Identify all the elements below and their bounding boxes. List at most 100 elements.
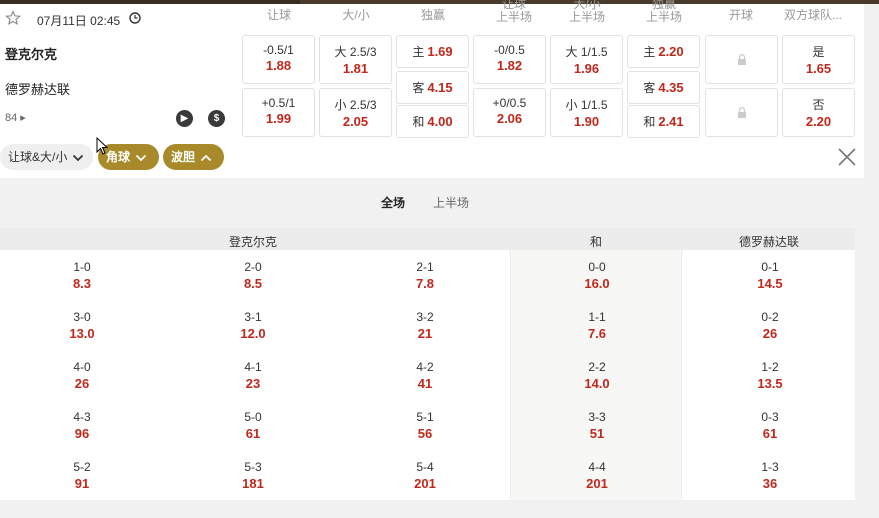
odds-total-1h-over[interactable]: 大 1/1.5 1.96 [550, 35, 623, 84]
correct-score-cell[interactable]: 2-1 7.8 [385, 260, 465, 291]
odds-total-1h-under[interactable]: 小 1/1.5 1.90 [550, 88, 623, 137]
score-label: 4-3 [73, 410, 91, 424]
header-draw: 和 [590, 235, 603, 249]
score-odds: 13.0 [69, 326, 95, 341]
odds-moneyline-draw[interactable]: 和 4.00 [396, 105, 469, 138]
score-odds: 16.0 [584, 276, 610, 291]
correct-score-cell[interactable]: 5-0 61 [213, 410, 293, 441]
correct-score-cell[interactable]: 4-3 96 [42, 410, 122, 441]
correct-score-cell[interactable]: 1-0 8.3 [42, 260, 122, 291]
filter-handicap-total-button[interactable]: 让球&大/小 [0, 144, 93, 170]
score-label: 0-3 [761, 410, 779, 424]
odds-moneyline-1h-draw[interactable]: 和 2.41 [627, 105, 700, 138]
correct-score-cell[interactable]: 5-4 201 [385, 460, 465, 491]
odds-moneyline-home[interactable]: 主 1.69 [396, 35, 469, 68]
score-odds: 26 [762, 326, 778, 341]
tab-full-time[interactable]: 全场 [381, 194, 405, 211]
score-odds: 61 [245, 426, 261, 441]
odds-handicap-away[interactable]: +0.5/1 1.99 [242, 88, 315, 137]
correct-score-cell[interactable]: 0-2 26 [730, 310, 810, 341]
col-head-moneyline: 独赢 [420, 8, 445, 22]
score-label: 1-2 [761, 360, 779, 374]
correct-score-cell[interactable]: 0-1 14.5 [730, 260, 810, 291]
team-home: 登克尔克 [5, 47, 58, 62]
correct-score-cell[interactable]: 5-2 91 [42, 460, 122, 491]
score-label: 0-1 [761, 260, 779, 274]
correct-score-cell[interactable]: 1-1 7.6 [557, 310, 637, 341]
tab-first-half[interactable]: 上半场 [433, 194, 469, 211]
score-label: 5-1 [416, 410, 434, 424]
chevron-down-icon [135, 154, 147, 162]
col-head-kickoff: 开球 [728, 8, 753, 22]
odds-moneyline-1h-home[interactable]: 主 2.20 [627, 35, 700, 68]
score-label: 1-3 [761, 460, 779, 474]
score-label: 1-0 [73, 260, 91, 274]
close-icon[interactable] [838, 148, 856, 166]
score-odds: 14.0 [584, 376, 610, 391]
score-grid-header: 登克尔克 和 德罗赫达联 [0, 228, 855, 250]
col-head-total: 大/小 [342, 8, 370, 22]
correct-score-cell[interactable]: 3-2 21 [385, 310, 465, 341]
score-odds: 201 [414, 476, 436, 491]
score-odds: 13.5 [757, 376, 783, 391]
odds-handicap-1h-home[interactable]: -0/0.5 1.82 [473, 35, 546, 84]
correct-score-cell[interactable]: 1-3 36 [730, 460, 810, 491]
correct-score-cell[interactable]: 4-4 201 [557, 460, 637, 491]
score-odds: 56 [417, 426, 433, 441]
correct-score-cell[interactable]: 4-1 23 [213, 360, 293, 391]
odds-btts-yes[interactable]: 是 1.65 [782, 35, 855, 84]
score-label: 5-2 [73, 460, 91, 474]
score-label: 3-2 [416, 310, 434, 324]
favorite-star-icon[interactable] [5, 10, 21, 26]
score-label: 5-4 [416, 460, 434, 474]
score-odds: 21 [417, 326, 433, 341]
odds-kickoff-locked-1 [705, 35, 778, 84]
correct-score-cell[interactable]: 2-0 8.5 [213, 260, 293, 291]
odds-moneyline-1h-away[interactable]: 客 4.35 [627, 71, 700, 104]
correct-score-cell[interactable]: 4-0 26 [42, 360, 122, 391]
col-head-handicap: 让球 [266, 8, 291, 22]
score-odds: 96 [74, 426, 90, 441]
score-label: 5-0 [244, 410, 262, 424]
match-minute: 84 ▸ [5, 112, 26, 124]
col-head-moneyline-1h: 独赢 上半场 [645, 0, 682, 24]
score-odds: 8.3 [72, 276, 92, 291]
cashout-icon[interactable]: $ [208, 110, 225, 127]
correct-score-cell[interactable]: 3-3 51 [557, 410, 637, 441]
filter-correct-score-button[interactable]: 波胆 [163, 144, 224, 170]
correct-score-cell[interactable]: 3-0 13.0 [42, 310, 122, 341]
score-label: 3-1 [244, 310, 262, 324]
correct-score-cell[interactable]: 1-2 13.5 [730, 360, 810, 391]
chevron-down-icon [73, 154, 84, 162]
score-odds: 12.0 [240, 326, 266, 341]
score-label: 4-2 [416, 360, 434, 374]
odds-total-over[interactable]: 大 2.5/3 1.81 [319, 35, 392, 84]
correct-score-cell[interactable]: 5-1 56 [385, 410, 465, 441]
score-odds: 51 [589, 426, 605, 441]
score-odds: 201 [586, 476, 608, 491]
score-odds: 26 [74, 376, 90, 391]
odds-total-under[interactable]: 小 2.5/3 2.05 [319, 88, 392, 137]
score-odds: 23 [245, 376, 261, 391]
correct-score-cell[interactable]: 4-2 41 [385, 360, 465, 391]
lock-icon [737, 107, 746, 118]
score-odds: 36 [762, 476, 778, 491]
correct-score-cell[interactable]: 2-2 14.0 [557, 360, 637, 391]
col-head-btts: 双方球队... [783, 8, 842, 22]
score-label: 3-0 [73, 310, 91, 324]
odds-btts-no[interactable]: 否 2.20 [782, 88, 855, 137]
score-grid: 1-0 8.3 3-0 13.0 4-0 26 4-3 96 5-2 91 2-0 8.5 3-1 12.… [0, 250, 855, 500]
team-away: 德罗赫达联 [5, 82, 71, 97]
score-odds: 61 [762, 426, 778, 441]
correct-score-cell[interactable]: 0-0 16.0 [557, 260, 637, 291]
odds-handicap-1h-away[interactable]: +0/0.5 2.06 [473, 88, 546, 137]
correct-score-cell[interactable]: 3-1 12.0 [213, 310, 293, 341]
odds-moneyline-away[interactable]: 客 4.15 [396, 71, 469, 104]
correct-score-cell[interactable]: 0-3 61 [730, 410, 810, 441]
odds-handicap-home[interactable]: -0.5/1 1.88 [242, 35, 315, 84]
correct-score-cell[interactable]: 5-3 181 [213, 460, 293, 491]
play-video-icon[interactable]: ▶ [176, 110, 193, 127]
score-odds: 8.5 [243, 276, 263, 291]
col-head-total-1h: 大/小 上半场 [568, 0, 605, 24]
score-label: 2-1 [416, 260, 434, 274]
